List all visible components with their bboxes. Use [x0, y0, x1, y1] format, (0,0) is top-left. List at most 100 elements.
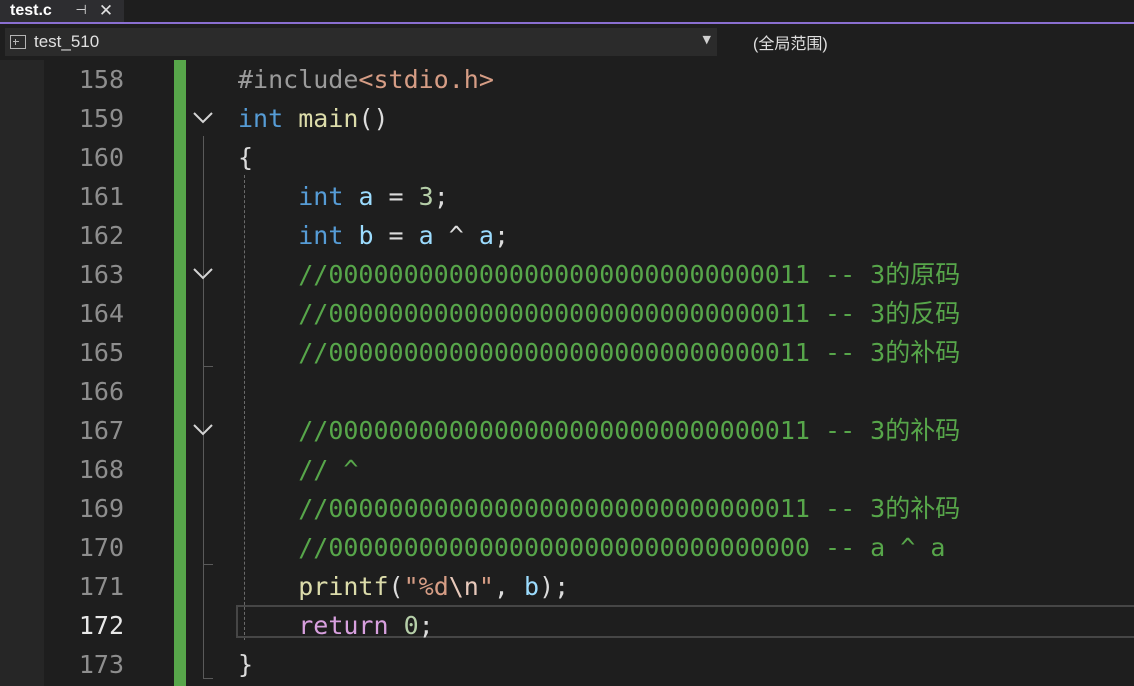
code-line[interactable]: 158 #include<stdio.h>	[0, 60, 1134, 99]
code-token: ;	[418, 611, 434, 640]
code-line[interactable]: 173}	[0, 645, 1134, 684]
code-line[interactable]: 164 //00000000000000000000000000000011 -…	[0, 294, 1134, 333]
collapse-chevron-icon[interactable]	[190, 419, 216, 441]
code-token: =	[373, 221, 419, 250]
code-token: // ^	[298, 455, 359, 484]
code-token: //00000000000000000000000000000000 -- a …	[298, 533, 946, 562]
project-dropdown[interactable]: test_510 ▼	[5, 28, 717, 56]
code-line[interactable]: 169 //00000000000000000000000000000011 -…	[0, 489, 1134, 528]
code-token: ;	[493, 221, 509, 250]
line-number: 159	[78, 104, 124, 133]
code-token: ;	[433, 182, 449, 211]
code-text: int a = 3;	[238, 177, 449, 216]
code-line[interactable]: 159 int main()	[0, 99, 1134, 138]
navigation-bar: test_510 ▼ (全局范围)	[0, 24, 1134, 60]
line-number: 173	[78, 650, 124, 679]
code-text: //00000000000000000000000000000011 -- 3的…	[238, 489, 960, 528]
code-token: //00000000000000000000000000000011 -- 3的…	[298, 494, 961, 523]
code-token: #include	[238, 65, 359, 94]
line-number: 165	[78, 338, 124, 367]
code-token: a	[358, 182, 374, 211]
code-line[interactable]: 163 //00000000000000000000000000000011 -…	[0, 255, 1134, 294]
code-token: 3	[418, 182, 434, 211]
code-token: int	[298, 221, 344, 250]
code-token: ()	[358, 104, 389, 133]
code-token: main	[298, 104, 359, 133]
code-token: <stdio.h>	[358, 65, 494, 94]
code-token: b	[358, 221, 374, 250]
line-number: 172	[78, 611, 124, 640]
code-text: //00000000000000000000000000000011 -- 3的…	[238, 255, 960, 294]
code-text: int main()	[238, 99, 389, 138]
code-line[interactable]: 171 printf("%d\n", b);	[0, 567, 1134, 606]
document-tab-test-c[interactable]: test.c ⊣ ✕	[0, 0, 124, 22]
line-number: 162	[78, 221, 124, 250]
chevron-down-icon[interactable]: ▼	[703, 33, 711, 46]
line-number: 171	[78, 572, 124, 601]
code-token: a	[418, 221, 434, 250]
scope-name: (全局范围)	[753, 36, 828, 53]
code-text: //00000000000000000000000000000000 -- a …	[238, 528, 945, 567]
collapse-chevron-icon[interactable]	[190, 107, 216, 129]
scope-dropdown[interactable]: (全局范围)	[722, 28, 1134, 56]
code-text: // ^	[238, 450, 358, 489]
code-editor[interactable]: 158 #include<stdio.h> 159 int main() 160 {161…	[0, 60, 1134, 686]
code-line[interactable]: 166	[0, 372, 1134, 411]
code-token: }	[238, 650, 254, 679]
code-line[interactable]: 172 return 0;	[0, 606, 1134, 645]
line-number: 160	[78, 143, 124, 172]
project-name: test_510	[34, 32, 100, 51]
code-token: {	[238, 143, 254, 172]
code-token: a	[478, 221, 494, 250]
code-line[interactable]: 170 //00000000000000000000000000000000 -…	[0, 528, 1134, 567]
code-text: #include<stdio.h>	[238, 60, 494, 99]
code-token: return	[298, 611, 389, 640]
code-line[interactable]: 161 int a = 3;	[0, 177, 1134, 216]
code-token: (	[388, 572, 404, 601]
code-text: return 0;	[238, 606, 434, 645]
code-text: {	[238, 138, 253, 177]
code-line[interactable]: 168 // ^	[0, 450, 1134, 489]
code-token: =	[373, 182, 419, 211]
line-number: 167	[78, 416, 124, 445]
line-number: 164	[78, 299, 124, 328]
pin-icon[interactable]: ⊣	[72, 2, 90, 20]
code-token: );	[539, 572, 570, 601]
code-line[interactable]: 162 int b = a ^ a;	[0, 216, 1134, 255]
project-icon	[10, 35, 26, 49]
close-icon[interactable]: ✕	[96, 1, 116, 21]
collapse-chevron-icon[interactable]	[190, 263, 216, 285]
line-number: 166	[78, 377, 124, 406]
code-text: //00000000000000000000000000000011 -- 3的…	[238, 411, 960, 450]
code-line[interactable]: 165 //00000000000000000000000000000011 -…	[0, 333, 1134, 372]
code-token: \n	[448, 572, 479, 601]
code-token: printf	[298, 572, 389, 601]
code-token: //00000000000000000000000000000011 -- 3的…	[298, 260, 961, 289]
code-line[interactable]: 160 {	[0, 138, 1134, 177]
code-token: //00000000000000000000000000000011 -- 3的…	[298, 299, 961, 328]
line-number: 163	[78, 260, 124, 289]
code-token: b	[524, 572, 540, 601]
code-text: //00000000000000000000000000000011 -- 3的…	[238, 294, 960, 333]
code-token: ,	[493, 572, 525, 601]
tab-title: test.c	[10, 2, 52, 19]
code-line[interactable]: 167 //00000000000000000000000000000011 -…	[0, 411, 1134, 450]
code-token: int	[238, 104, 284, 133]
line-number: 170	[78, 533, 124, 562]
code-token: 0	[403, 611, 419, 640]
code-token: ^	[433, 221, 479, 250]
code-text: //00000000000000000000000000000011 -- 3的…	[238, 333, 960, 372]
